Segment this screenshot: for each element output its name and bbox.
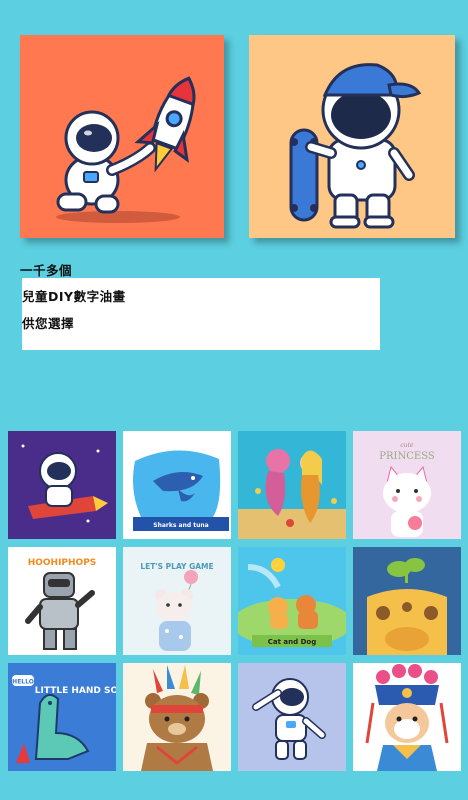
tile-astronaut-dab[interactable]	[238, 663, 346, 771]
tile-dinosaur[interactable]: HELLO LITTLE HAND SOME	[8, 663, 116, 771]
mermaid-tile-image	[238, 431, 346, 539]
opera-dog-tile-image	[353, 663, 461, 771]
shark-tile-caption: Sharks and tuna	[153, 522, 208, 529]
tile-robot[interactable]: HOOHIPHOPS	[8, 547, 116, 655]
astronaut-rocket-tile-image	[8, 431, 116, 539]
caption-box: 兒童DIY數字油畫 供您選擇	[22, 278, 380, 350]
tile-giraffe[interactable]	[353, 547, 461, 655]
cat-dog-tile-caption: Cat and Dog	[268, 638, 316, 646]
tile-princess-cat[interactable]: cute PRINCESS	[353, 431, 461, 539]
product-thumbnail-grid: Sharks and tuna cute PRINCESS HOOHIPHOPS…	[8, 431, 461, 771]
princess-cat-tile-image: cute PRINCESS	[353, 431, 461, 539]
tile-opera-dog[interactable]	[353, 663, 461, 771]
astronaut-rocket-illustration	[56, 76, 196, 223]
tile-astronaut-rocket[interactable]	[8, 431, 116, 539]
caption-line-product: 兒童DIY數字油畫	[22, 289, 126, 304]
hero-image-astronaut-rocket	[20, 35, 224, 238]
astronaut-skateboard-illustration	[289, 63, 422, 229]
giraffe-tile-image	[353, 547, 461, 655]
shark-tile-image: Sharks and tuna	[123, 431, 231, 539]
cat-dog-tile-image: Cat and Dog	[238, 547, 346, 655]
native-bear-tile-image	[123, 663, 231, 771]
tile-mermaid[interactable]	[238, 431, 346, 539]
princess-tile-small-text: cute	[400, 442, 414, 449]
hero-image-astronaut-skateboard	[249, 35, 455, 238]
robot-tile-image: HOOHIPHOPS	[8, 547, 116, 655]
robot-tile-title: HOOHIPHOPS	[28, 558, 97, 568]
bear-tile-title: LET'S PLAY GAME	[140, 562, 213, 571]
bear-balloon-tile-image: LET'S PLAY GAME	[123, 547, 231, 655]
tile-bear-balloon[interactable]: LET'S PLAY GAME	[123, 547, 231, 655]
promo-caption: 一千多個 兒童DIY數字油畫 供您選擇	[20, 258, 380, 350]
tile-shark[interactable]: Sharks and tuna	[123, 431, 231, 539]
tile-cat-dog[interactable]: Cat and Dog	[238, 547, 346, 655]
astronaut-dab-tile-image	[238, 663, 346, 771]
princess-tile-title: PRINCESS	[379, 451, 435, 462]
dinosaur-tile-hello: HELLO	[12, 679, 34, 686]
dinosaur-tile-image: HELLO LITTLE HAND SOME	[8, 663, 116, 771]
caption-line-quantity: 一千多個	[20, 263, 73, 278]
tile-native-bear[interactable]	[123, 663, 231, 771]
